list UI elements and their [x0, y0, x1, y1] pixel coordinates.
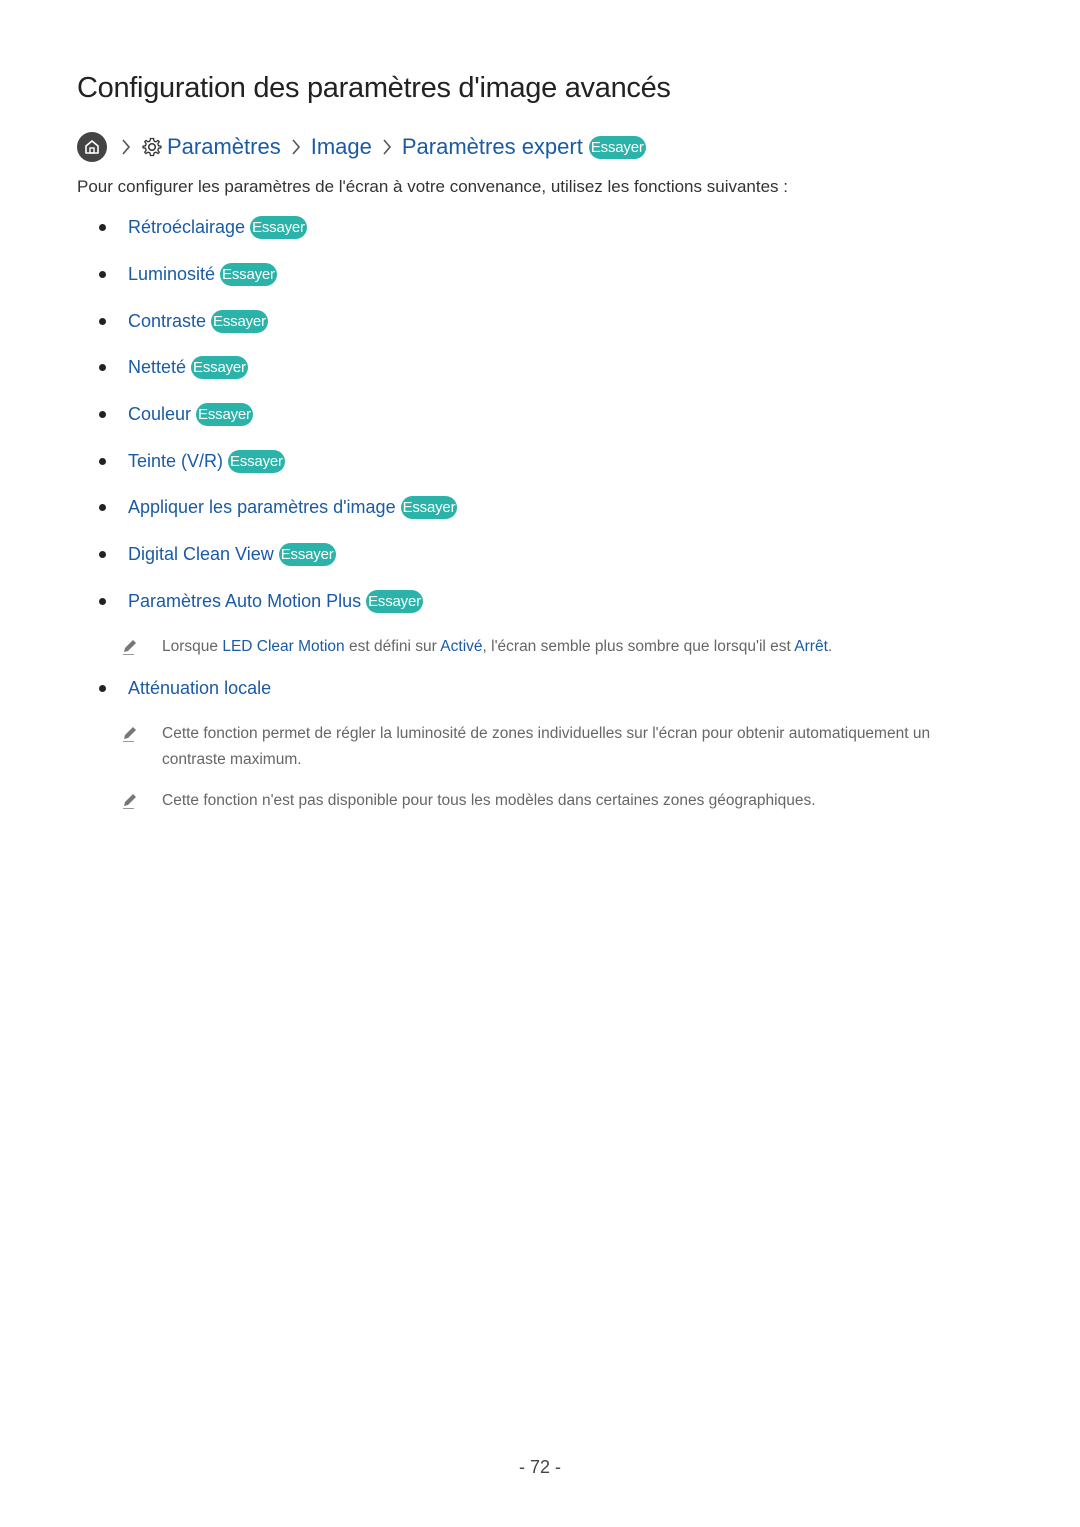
try-badge[interactable]: Essayer: [220, 262, 277, 286]
item-label[interactable]: Teinte (V/R): [128, 451, 223, 472]
item-label[interactable]: Netteté: [128, 357, 186, 378]
try-badge[interactable]: Essayer: [211, 309, 268, 333]
list-item: Netteté Essayer: [99, 353, 248, 381]
list-item: Couleur Essayer: [99, 400, 253, 428]
list-item: Contraste Essayer: [99, 307, 268, 335]
bullet-icon: [99, 363, 106, 371]
bullet-icon: [99, 270, 106, 278]
try-badge[interactable]: Essayer: [196, 402, 253, 426]
home-icon[interactable]: [77, 132, 107, 162]
item-label[interactable]: Contraste: [128, 311, 206, 332]
led-clear-motion-link[interactable]: LED Clear Motion: [222, 638, 344, 655]
list-item: Appliquer les paramètres d'image Essayer: [99, 493, 458, 521]
list-item: Teinte (V/R) Essayer: [99, 447, 285, 475]
bullet-icon: [99, 223, 106, 231]
note-led-clear-motion: Lorsque LED Clear Motion est défini sur …: [121, 634, 981, 660]
list-item: Luminosité Essayer: [99, 260, 277, 288]
intro-text: Pour configurer les paramètres de l'écra…: [77, 177, 789, 196]
bullet-icon: [99, 410, 106, 418]
note-availability: Cette fonction n'est pas disponible pour…: [121, 788, 981, 814]
off-link[interactable]: Arrêt: [794, 638, 828, 655]
try-badge[interactable]: Essayer: [400, 495, 458, 519]
breadcrumb-image[interactable]: Image: [311, 134, 372, 160]
try-badge[interactable]: Essayer: [191, 355, 248, 379]
try-badge[interactable]: Essayer: [588, 135, 646, 159]
bullet-icon: [99, 317, 106, 325]
chevron-right-icon: [289, 137, 303, 157]
try-badge[interactable]: Essayer: [228, 449, 285, 473]
item-label[interactable]: Couleur: [128, 404, 191, 425]
try-badge[interactable]: Essayer: [250, 215, 307, 239]
list-item: Rétroéclairage Essayer: [99, 213, 307, 241]
pencil-icon: [123, 727, 136, 742]
item-label[interactable]: Rétroéclairage: [128, 217, 245, 238]
item-label[interactable]: Luminosité: [128, 264, 215, 285]
chevron-right-icon: [380, 137, 394, 157]
page-number: - 72 -: [518, 1457, 561, 1477]
item-label[interactable]: Digital Clean View: [128, 544, 274, 565]
chevron-right-icon: [119, 137, 133, 157]
list-item: Digital Clean View Essayer: [99, 540, 336, 568]
pencil-icon: [123, 640, 136, 655]
item-label[interactable]: Appliquer les paramètres d'image: [128, 497, 396, 518]
list-item: Atténuation locale: [99, 674, 271, 702]
item-label[interactable]: Atténuation locale: [128, 678, 271, 699]
bullet-icon: [99, 457, 106, 465]
try-badge[interactable]: Essayer: [278, 542, 336, 566]
bullet-icon: [99, 503, 106, 511]
breadcrumb-parametres-expert[interactable]: Paramètres expert: [402, 134, 583, 160]
gear-icon: [141, 136, 163, 158]
note-local-dimming: Cette fonction permet de régler la lumin…: [121, 721, 981, 773]
list-item: Paramètres Auto Motion Plus Essayer: [99, 587, 423, 615]
breadcrumb-parametres[interactable]: Paramètres: [167, 134, 281, 160]
breadcrumb: Paramètres Image Paramètres expert Essay…: [77, 131, 646, 163]
pencil-icon: [123, 794, 136, 809]
item-label[interactable]: Paramètres Auto Motion Plus: [128, 591, 361, 612]
bullet-icon: [99, 550, 106, 558]
active-link[interactable]: Activé: [440, 638, 482, 655]
page-title: Configuration des paramètres d'image ava…: [77, 72, 671, 104]
bullet-icon: [99, 597, 106, 605]
try-badge[interactable]: Essayer: [366, 589, 423, 613]
bullet-icon: [99, 684, 106, 692]
